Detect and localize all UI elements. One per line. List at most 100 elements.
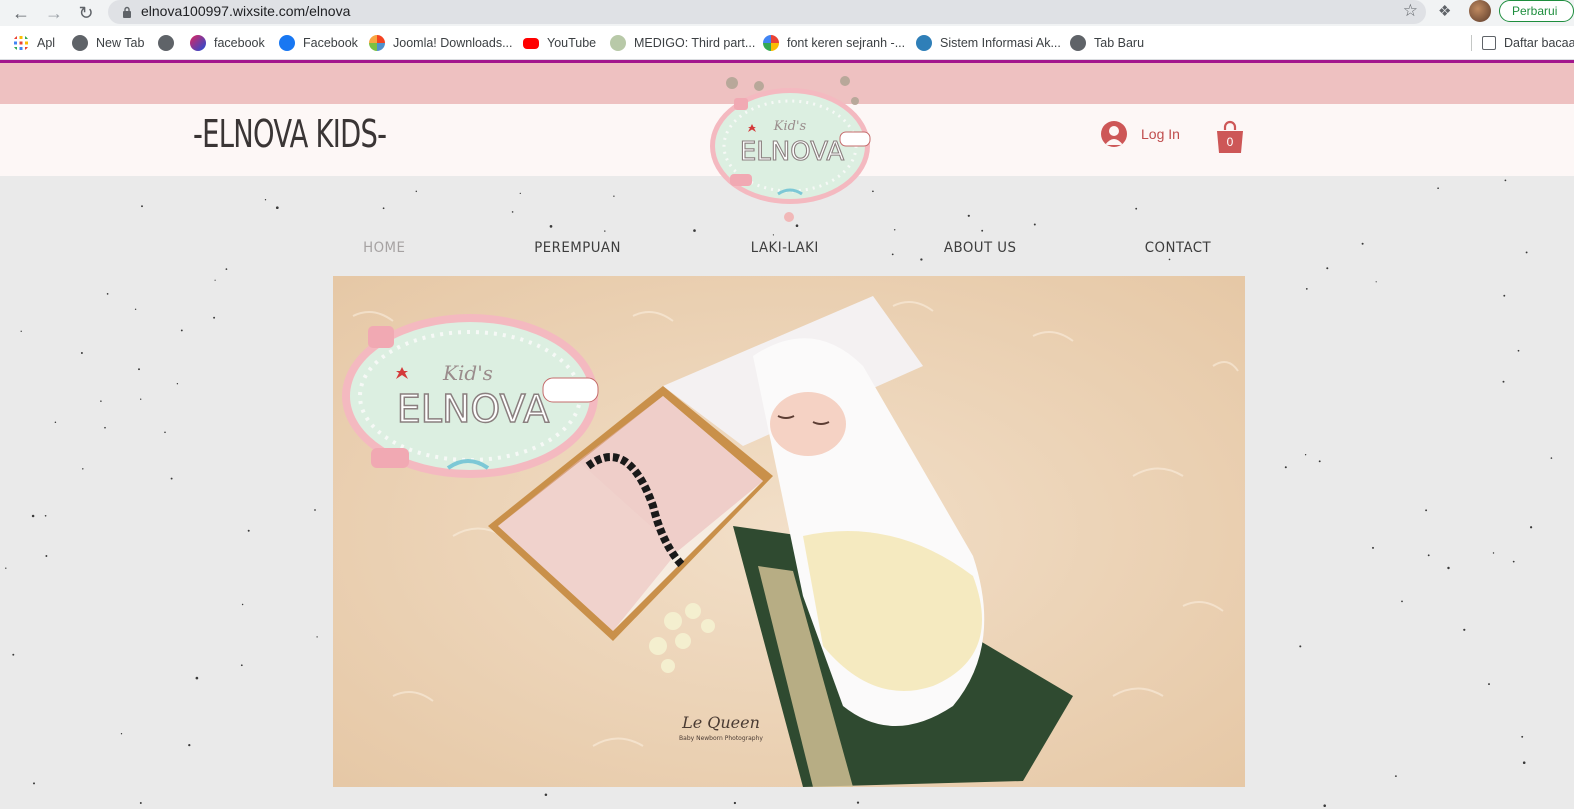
background-dot — [981, 229, 984, 232]
background-dot — [519, 192, 521, 195]
bookmarks-bar: Apl New Tab facebook Facebook Joomla! Do… — [0, 26, 1574, 60]
nav-home[interactable]: HOME — [363, 240, 405, 256]
apps-grid-icon — [14, 36, 28, 50]
logo-text-main: ELNOVA — [740, 137, 844, 167]
background-dot — [1318, 460, 1321, 463]
background-dot — [12, 653, 15, 656]
back-arrow-icon[interactable]: ← — [10, 2, 32, 24]
bookmark-label: YouTube — [547, 36, 597, 50]
background-dot — [214, 279, 216, 281]
bookmark-sistem-informasi[interactable]: Sistem Informasi Ak... — [916, 34, 1061, 52]
background-dot — [1375, 281, 1377, 283]
update-button[interactable]: Perbarui — [1499, 0, 1574, 22]
login-button[interactable]: Log In — [1101, 121, 1180, 147]
background-dot — [1502, 380, 1505, 383]
background-dot — [613, 195, 615, 197]
extensions-puzzle-icon[interactable]: ❖ — [1438, 2, 1451, 20]
bookmark-globe[interactable] — [158, 34, 174, 52]
background-dot — [141, 205, 143, 208]
hero-elnova-logo: Kid's ELNOVA — [342, 314, 599, 478]
nav-contact[interactable]: CONTACT — [1145, 240, 1211, 256]
login-label: Log In — [1141, 126, 1180, 142]
background-dot — [240, 664, 243, 667]
bookmark-facebook[interactable]: Facebook — [279, 34, 358, 52]
background-dot — [134, 308, 137, 311]
background-dot — [733, 801, 737, 805]
background-dot — [893, 229, 896, 231]
bookmark-youtube[interactable]: YouTube — [523, 34, 596, 52]
photographer-watermark: Le Queen — [681, 713, 760, 732]
background-dot — [1512, 560, 1515, 563]
background-dot — [225, 268, 228, 270]
bookmark-label: Apl — [37, 36, 56, 50]
d-logo-icon — [190, 35, 206, 51]
background-dot — [772, 234, 775, 236]
background-dot — [100, 400, 102, 402]
bookmark-tab-baru[interactable]: Tab Baru — [1070, 34, 1144, 52]
background-dot — [195, 676, 199, 680]
background-dot — [176, 383, 179, 385]
facebook-icon — [279, 35, 295, 51]
google-icon — [763, 35, 779, 51]
background-dot — [1427, 554, 1430, 557]
background-dot — [104, 426, 106, 429]
globe-icon — [72, 35, 88, 51]
joomla-icon — [369, 35, 385, 51]
bookmark-label: MEDIGO: Third part... — [634, 36, 756, 50]
background-dot — [1525, 251, 1528, 254]
hero-image: Kid's ELNOVA Le Queen Baby Newborn Photo… — [333, 276, 1245, 787]
reading-list-label: Daftar bacaan — [1504, 36, 1574, 50]
reading-list[interactable]: Daftar bacaan — [1482, 34, 1574, 52]
background-dot — [1304, 454, 1307, 456]
background-dot — [604, 230, 606, 232]
shopping-bag-icon[interactable]: 0 — [1216, 120, 1244, 154]
background-dot — [511, 211, 514, 213]
bookmark-apps[interactable]: Apl — [13, 34, 55, 52]
bookmark-google[interactable]: font keren sejranh -... — [763, 34, 905, 52]
main-navigation: HOME PEREMPUAN LAKI-LAKI ABOUT US CONTAC… — [333, 240, 1245, 262]
bookmark-label: Joomla! Downloads... — [393, 36, 513, 50]
background-dot — [32, 782, 36, 785]
background-dot — [241, 603, 244, 606]
globe-icon — [158, 35, 174, 51]
background-dot — [31, 514, 35, 518]
address-bar[interactable]: elnova100997.wixsite.com/elnova ☆ — [108, 0, 1426, 24]
reload-icon[interactable]: ↻ — [75, 2, 97, 24]
background-dot — [1299, 645, 1302, 648]
background-dot — [1372, 546, 1374, 549]
background-dot — [139, 802, 142, 804]
background-dot — [20, 330, 22, 332]
bookmark-star-icon[interactable]: ☆ — [1403, 1, 1418, 21]
forward-arrow-icon[interactable]: → — [43, 2, 65, 24]
background-dot — [275, 206, 279, 210]
elnova-kids-logo[interactable]: Kid's ELNOVA — [700, 74, 880, 226]
url-text: elnova100997.wixsite.com/elnova — [141, 3, 351, 19]
logo-text-top: Kid's — [773, 119, 807, 134]
cart-count: 0 — [1227, 135, 1234, 149]
bookmark-new-tab[interactable]: New Tab — [72, 34, 144, 52]
site-title[interactable]: -ELNOVA KIDS- — [193, 112, 387, 156]
profile-avatar[interactable] — [1469, 0, 1491, 22]
background-dot — [188, 743, 191, 747]
background-dot — [1463, 628, 1466, 631]
background-dot — [1135, 207, 1138, 210]
nav-laki-laki[interactable]: LAKI-LAKI — [751, 240, 819, 256]
background-dot — [1361, 242, 1364, 245]
bookmark-label: facebook — [214, 36, 265, 50]
background-dot — [1521, 735, 1524, 738]
globe-icon — [1070, 35, 1086, 51]
background-dot — [693, 229, 696, 232]
background-dot — [1447, 566, 1450, 570]
background-dot — [544, 793, 548, 796]
background-dot — [316, 636, 318, 638]
bookmark-joomla[interactable]: Joomla! Downloads... — [369, 34, 513, 52]
nav-perempuan[interactable]: PEREMPUAN — [534, 240, 621, 256]
background-dot — [1503, 294, 1506, 297]
youtube-icon — [523, 37, 539, 49]
bookmark-facebook-d[interactable]: facebook — [190, 34, 265, 52]
nav-about-us[interactable]: ABOUT US — [944, 240, 1017, 256]
background-dot — [247, 529, 250, 532]
photographer-watermark-sub: Baby Newborn Photography — [679, 735, 763, 742]
background-dot — [264, 199, 267, 201]
bookmark-medigo[interactable]: MEDIGO: Third part... — [610, 34, 755, 52]
